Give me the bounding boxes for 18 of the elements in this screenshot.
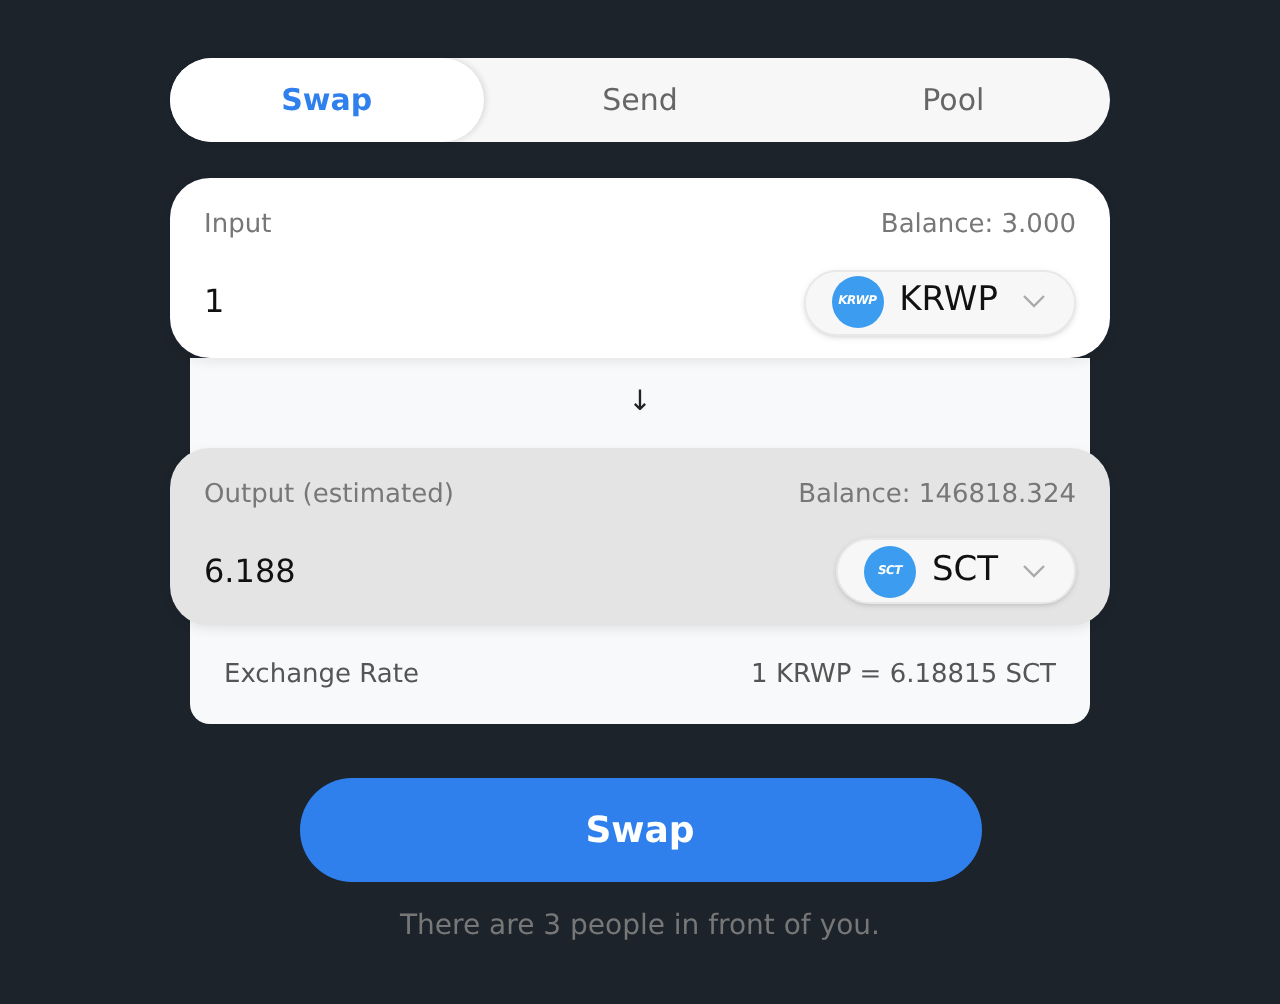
arrow-down-icon: ↓ (628, 381, 652, 423)
balance-text: Balance: 146818.324 (798, 477, 1076, 513)
swap-button[interactable]: Swap (299, 778, 981, 882)
field-label: Output (estimated) (204, 477, 454, 513)
balance-text: Balance: 3.000 (880, 208, 1076, 244)
exchange-rate-value: 1 KRWP = 6.18815 SCT (751, 657, 1056, 694)
tab[interactable]: Swap (170, 58, 484, 142)
exchange-rate-label: Exchange Rate (224, 657, 419, 694)
queue-note: There are 3 people in front of you. (400, 908, 880, 946)
token-symbol: SCT (931, 547, 998, 594)
amount-field[interactable]: 6.188 (204, 547, 604, 595)
amount-field[interactable]: 1 (204, 278, 604, 326)
tab[interactable]: Pool (796, 58, 1111, 142)
tab[interactable]: Send (483, 58, 797, 142)
chevron-down-icon (1022, 563, 1046, 579)
token-symbol: KRWP (899, 278, 998, 325)
chevron-down-icon (1022, 294, 1046, 310)
field-label: Input (204, 208, 272, 244)
